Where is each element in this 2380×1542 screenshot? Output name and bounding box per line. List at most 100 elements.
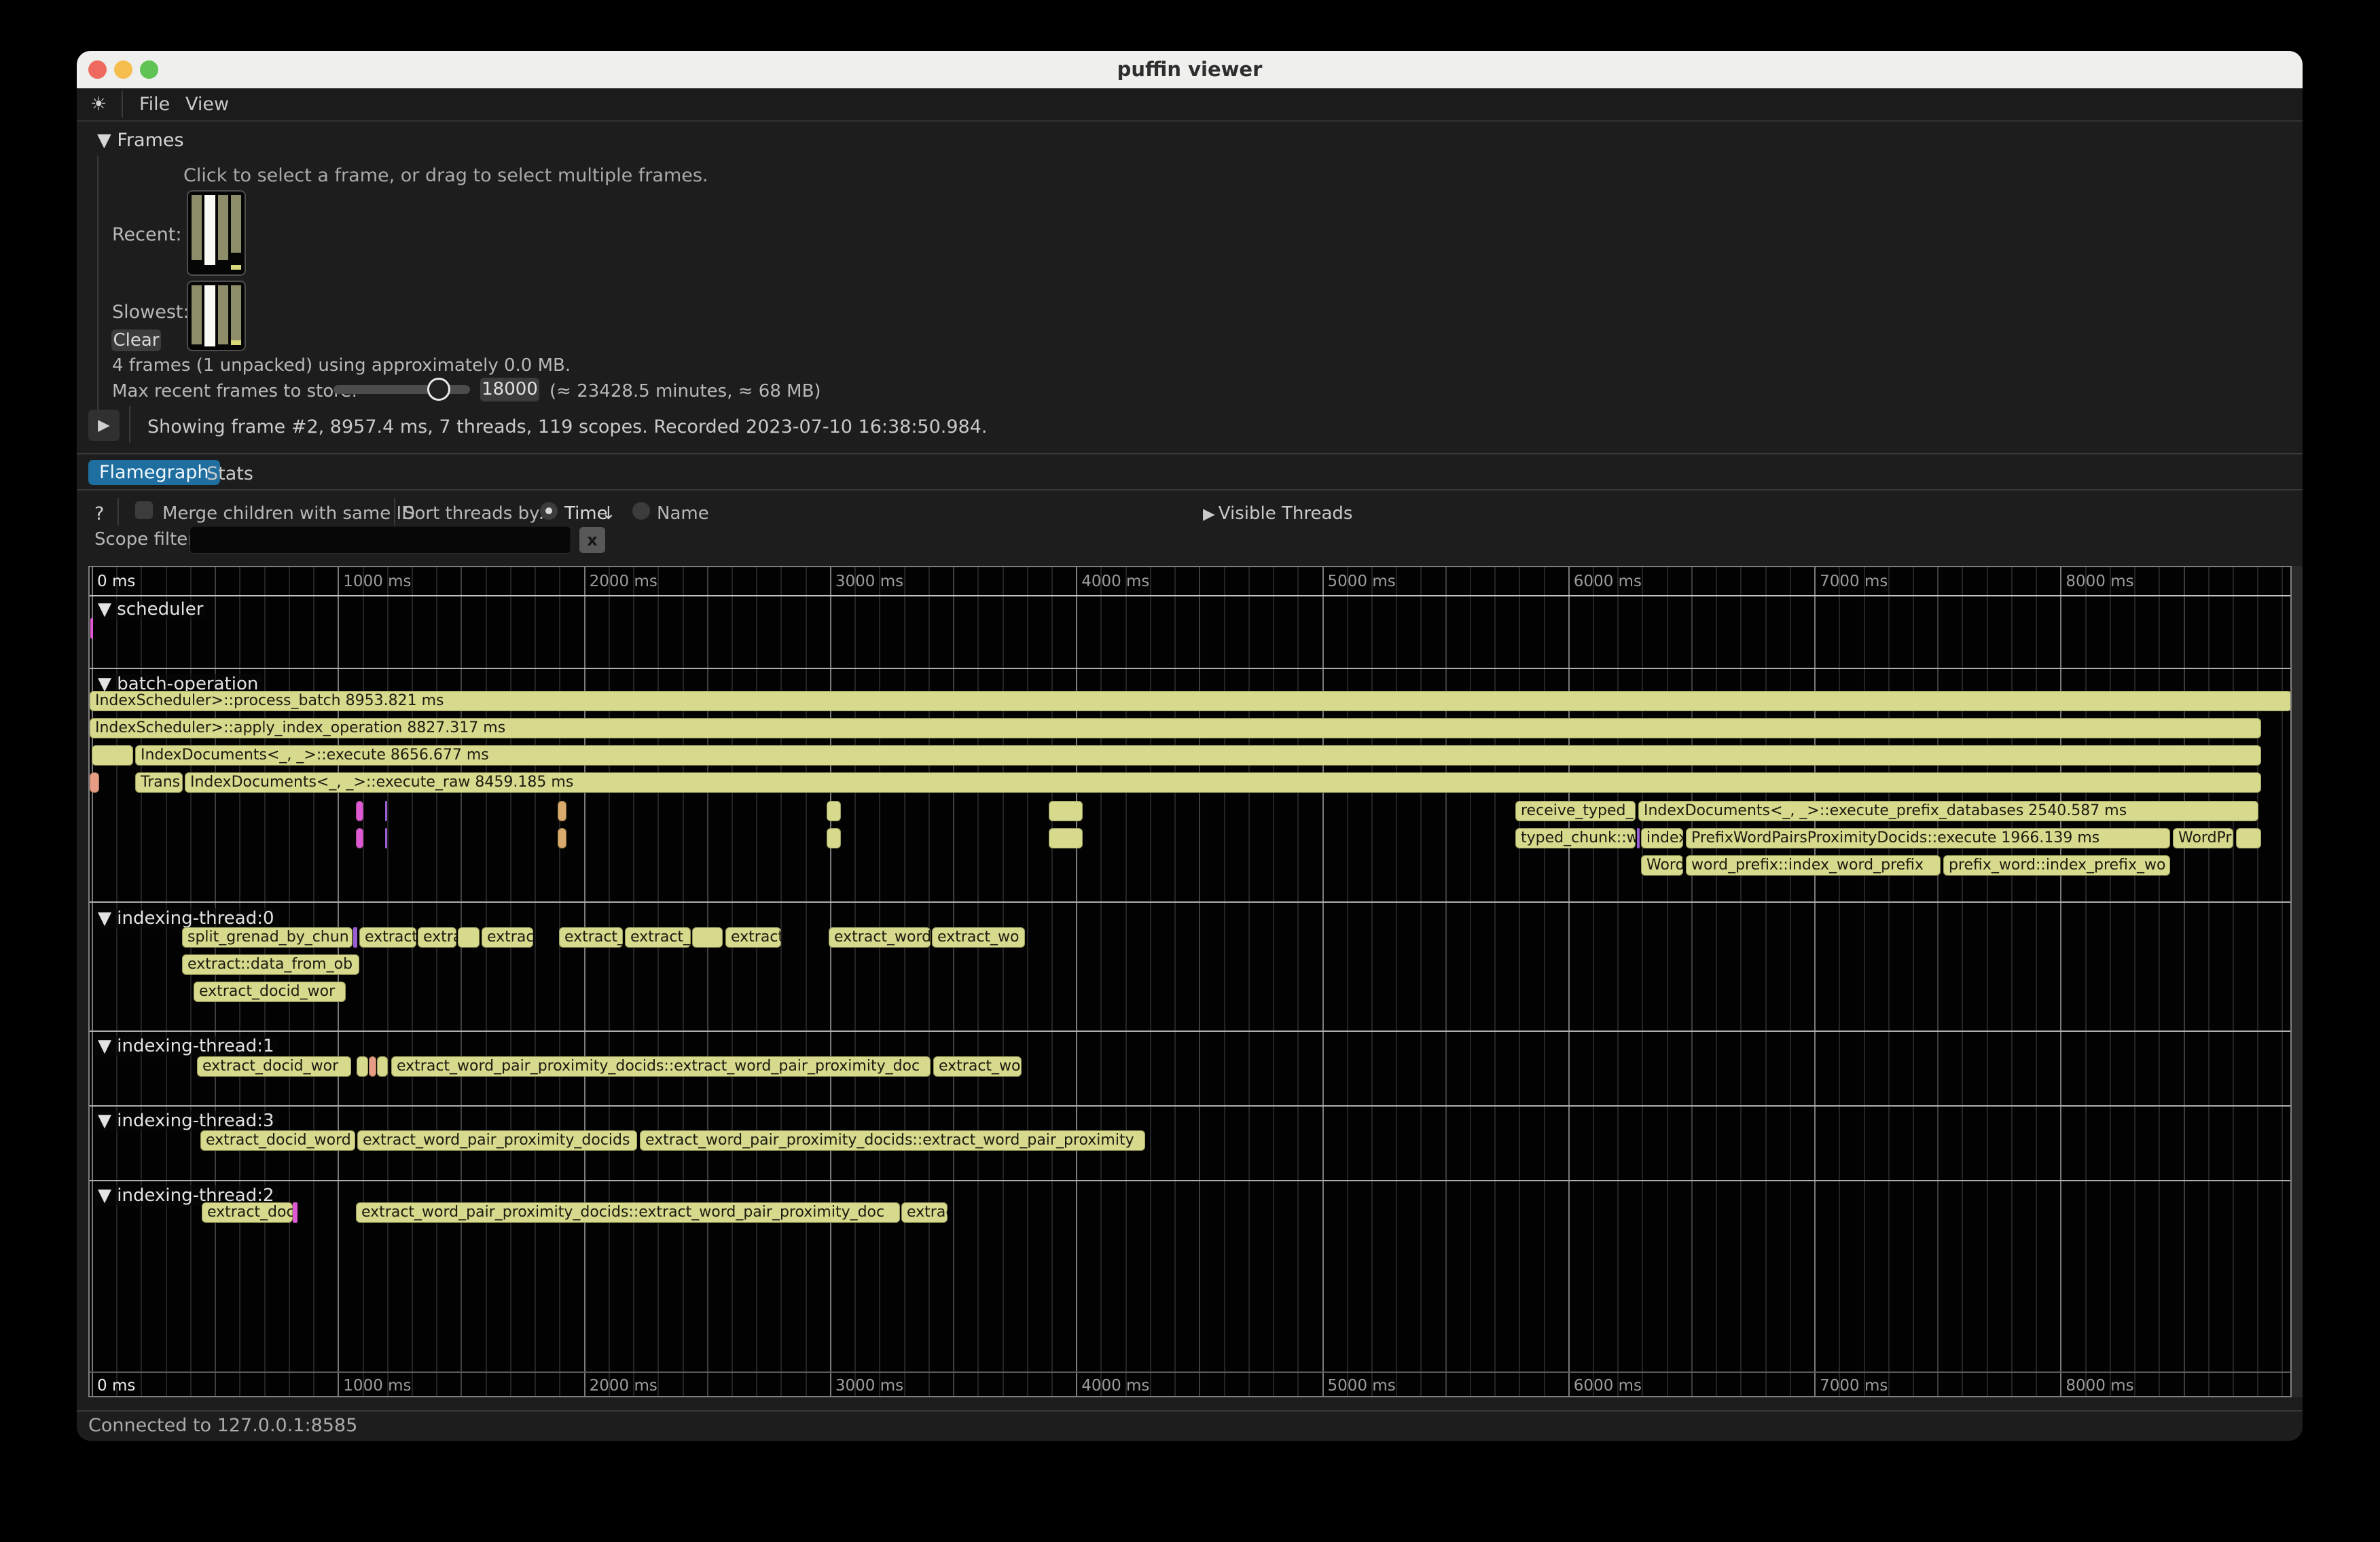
- flame-bar[interactable]: index: [1641, 828, 1683, 848]
- merge-children-checkbox[interactable]: [135, 501, 153, 519]
- flame-bar[interactable]: split_grenad_by_chun: [182, 927, 353, 948]
- flame-bar[interactable]: [353, 927, 357, 948]
- flame-bar[interactable]: word_prefix::index_word_prefix: [1686, 855, 1941, 876]
- axis-tick-label: 0 ms: [97, 573, 135, 590]
- theme-sun-icon[interactable]: ☀: [90, 88, 107, 120]
- frame-thumb-bar: [218, 195, 228, 260]
- slowest-frame-thumbnail[interactable]: [187, 281, 246, 351]
- axis-rule: [90, 595, 2290, 596]
- axis-tick-label: 3000 ms: [835, 573, 903, 590]
- frame-thumb-column: [218, 195, 228, 271]
- flame-bar[interactable]: extract: [359, 927, 416, 948]
- flame-bar[interactable]: extract::data_from_ob: [182, 954, 359, 975]
- flame-bar[interactable]: [1049, 828, 1083, 848]
- flame-bar[interactable]: extract_wo: [933, 1056, 1022, 1077]
- group-header[interactable]: ▼ indexing-thread:3: [94, 1111, 278, 1131]
- sort-direction-arrow-icon[interactable]: ↓: [601, 503, 616, 524]
- flame-bar[interactable]: [92, 745, 133, 766]
- window-title: puffin viewer: [77, 51, 2303, 88]
- flame-bar[interactable]: [90, 772, 99, 793]
- flame-bar[interactable]: [827, 801, 841, 821]
- flame-bar[interactable]: [356, 801, 363, 821]
- flame-bar[interactable]: receive_typed_: [1515, 801, 1636, 821]
- clear-filter-button[interactable]: x: [579, 527, 605, 553]
- tab-flamegraph[interactable]: Flamegraph: [88, 460, 220, 485]
- flame-bar[interactable]: IndexDocuments<_, _>::execute_raw 8459.1…: [185, 772, 2261, 793]
- frame-thumb-bar: [231, 285, 241, 340]
- frame-thumb-column: [192, 285, 202, 346]
- axis-tick-label: 5000 ms: [1328, 573, 1396, 590]
- flame-bar[interactable]: [827, 828, 841, 848]
- flamegraph-canvas[interactable]: 0 ms0 ms1000 ms1000 ms2000 ms2000 ms3000…: [88, 566, 2292, 1397]
- play-button[interactable]: ▶: [88, 410, 120, 441]
- flame-bar[interactable]: extract: [725, 927, 781, 948]
- flame-bar[interactable]: extract_wo: [932, 927, 1025, 948]
- flame-bar[interactable]: [2236, 828, 2261, 848]
- visible-threads-toggle[interactable]: ▶ Visible Threads: [1203, 503, 1352, 524]
- frame-thumb-column: [231, 195, 241, 271]
- flame-bar[interactable]: IndexDocuments<_, _>::execute_prefix_dat…: [1638, 801, 2258, 821]
- flame-bar[interactable]: [385, 801, 387, 821]
- flame-bar[interactable]: [458, 927, 480, 948]
- flame-bar[interactable]: [1049, 801, 1083, 821]
- flame-bar[interactable]: extract_: [559, 927, 623, 948]
- flame-bar[interactable]: extract_docid_word: [200, 1130, 355, 1151]
- flame-bar[interactable]: Word: [1641, 855, 1683, 876]
- flame-bar[interactable]: IndexScheduler>::process_batch 8953.821 …: [90, 691, 2292, 711]
- group-header[interactable]: ▼ scheduler: [94, 599, 207, 620]
- flame-bar[interactable]: extract_word_pair_proximity_docids::extr…: [640, 1130, 1145, 1151]
- recent-frame-thumbnail[interactable]: [187, 190, 246, 276]
- flame-bar[interactable]: extrac: [901, 1202, 948, 1223]
- clear-frames-button[interactable]: Clear: [111, 329, 161, 351]
- flame-bar[interactable]: extract_word: [829, 927, 931, 948]
- sort-by-time-radio[interactable]: [540, 502, 558, 520]
- sort-by-name-radio[interactable]: [632, 502, 650, 520]
- separator: [77, 489, 2303, 490]
- axis-rule: [90, 1371, 2290, 1373]
- group-header[interactable]: ▼ indexing-thread:1: [94, 1036, 278, 1056]
- flame-bar[interactable]: extract_word_pair_proximity_docids: [357, 1130, 637, 1151]
- flame-bar[interactable]: [357, 1056, 368, 1077]
- flame-bar[interactable]: extract_docid_wor: [194, 982, 346, 1002]
- toolbar-divider: [129, 406, 130, 443]
- frames-section-toggle[interactable]: ▼ Frames: [97, 130, 184, 151]
- help-button[interactable]: ?: [94, 503, 104, 524]
- flame-bar[interactable]: extra: [418, 927, 456, 948]
- flame-bar[interactable]: IndexScheduler>::apply_index_operation 8…: [90, 718, 2261, 738]
- flame-bar[interactable]: extract_word_pair_proximity_docids::extr…: [356, 1202, 900, 1223]
- flame-bar[interactable]: Trans: [135, 772, 183, 793]
- flame-bar[interactable]: extract_docid_wor: [197, 1056, 351, 1077]
- menu-file[interactable]: File: [139, 88, 170, 120]
- flame-bar[interactable]: [356, 828, 363, 848]
- flame-bar[interactable]: extrac: [482, 927, 533, 948]
- max-frames-value[interactable]: 18000: [480, 378, 539, 401]
- flame-bar[interactable]: [692, 927, 723, 948]
- group-header[interactable]: ▼ indexing-thread:0: [94, 908, 278, 929]
- axis-tick-label: 7000 ms: [1820, 1377, 1888, 1395]
- flame-bar[interactable]: IndexDocuments<_, _>::execute 8656.677 m…: [135, 745, 2261, 766]
- section-indent-line: [97, 156, 98, 412]
- max-frames-slider-knob[interactable]: [427, 378, 450, 401]
- flame-bar[interactable]: [558, 828, 566, 848]
- flame-bar[interactable]: [377, 1056, 388, 1077]
- flame-bar[interactable]: typed_chunk::w: [1515, 828, 1636, 848]
- flame-bar[interactable]: extract_: [625, 927, 691, 948]
- title-bar[interactable]: puffin viewer: [77, 51, 2303, 88]
- flame-bar[interactable]: [1637, 828, 1640, 848]
- flame-bar[interactable]: prefix_word::index_prefix_wo: [1943, 855, 2170, 876]
- axis-tick-label: 3000 ms: [835, 1377, 903, 1395]
- flame-bar[interactable]: extract_word_pair_proximity_docids::extr…: [391, 1056, 931, 1077]
- frame-thumb-bar: [192, 195, 202, 260]
- flame-bar[interactable]: WordPr: [2173, 828, 2233, 848]
- flame-bar[interactable]: [385, 828, 387, 848]
- flame-bar[interactable]: extract_doc: [202, 1202, 293, 1223]
- tab-stats[interactable]: Stats: [206, 463, 253, 484]
- flame-bar[interactable]: [558, 801, 566, 821]
- menu-view[interactable]: View: [185, 88, 229, 120]
- scope-filter-input[interactable]: [190, 526, 571, 554]
- flame-bar[interactable]: [90, 618, 93, 639]
- flame-bar[interactable]: [369, 1056, 376, 1077]
- flame-bar[interactable]: PrefixWordPairsProximityDocids::execute …: [1686, 828, 2170, 848]
- flame-bar[interactable]: [293, 1202, 298, 1223]
- canvas-scrollbar-track[interactable]: [2292, 566, 2303, 1397]
